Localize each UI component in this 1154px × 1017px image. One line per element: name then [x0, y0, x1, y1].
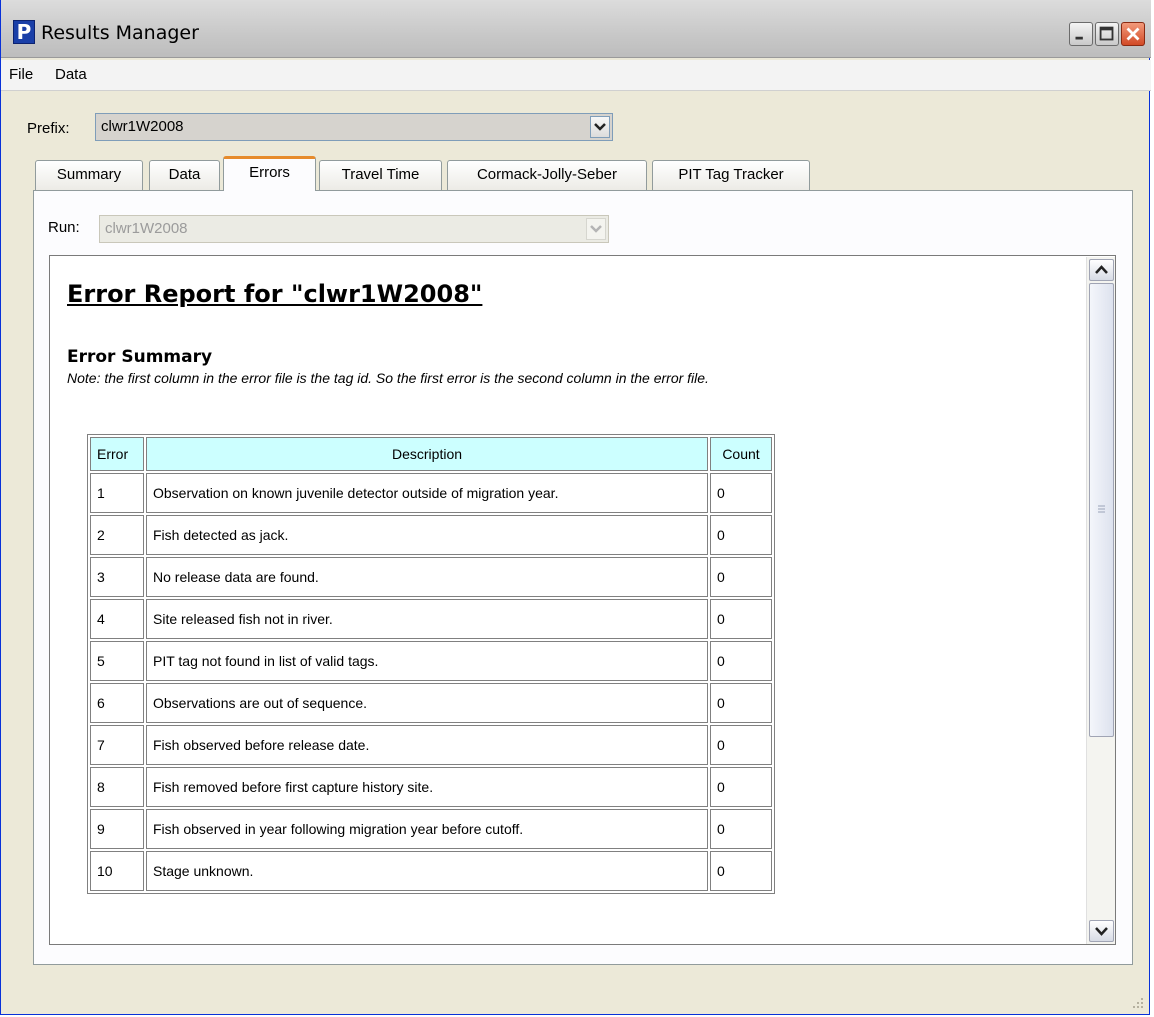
error-description: No release data are found. — [146, 557, 708, 597]
error-description: Fish observed in year following migratio… — [146, 809, 708, 849]
error-description: PIT tag not found in list of valid tags. — [146, 641, 708, 681]
grip-icon — [1098, 505, 1105, 513]
maximize-icon — [1099, 26, 1114, 41]
prefix-select-value: clwr1W2008 — [101, 118, 184, 135]
table-row: 4 Site released fish not in river. 0 — [90, 599, 772, 639]
app-icon: P — [13, 20, 35, 44]
table-row: 5 PIT tag not found in list of valid tag… — [90, 641, 772, 681]
scrollbar-thumb[interactable] — [1089, 283, 1114, 737]
error-description: Fish detected as jack. — [146, 515, 708, 555]
error-count: 0 — [710, 599, 772, 639]
table-row: 9 Fish observed in year following migrat… — [90, 809, 772, 849]
run-select-value: clwr1W2008 — [105, 220, 188, 237]
close-icon — [1126, 27, 1140, 41]
window-title: Results Manager — [41, 22, 199, 44]
error-description: Stage unknown. — [146, 851, 708, 891]
error-summary-note: Note: the first column in the error file… — [67, 370, 709, 386]
menu-data[interactable]: Data — [55, 66, 87, 83]
menu-bar: File Data — [1, 60, 1151, 91]
scroll-up-button[interactable] — [1089, 259, 1114, 281]
chevron-down-icon — [590, 225, 602, 233]
error-summary-heading: Error Summary — [67, 347, 213, 367]
table-row: 10 Stage unknown. 0 — [90, 851, 772, 891]
title-bar[interactable]: P Results Manager — [1, 0, 1151, 58]
tab-data[interactable]: Data — [149, 160, 220, 190]
error-number: 10 — [90, 851, 144, 891]
tab-errors[interactable]: Errors — [223, 156, 316, 191]
chevron-up-icon — [1095, 265, 1108, 274]
report-title: Error Report for "clwr1W2008" — [67, 280, 483, 308]
minimize-icon — [1075, 36, 1083, 40]
vertical-scrollbar[interactable] — [1086, 257, 1115, 944]
table-row: 1 Observation on known juvenile detector… — [90, 473, 772, 513]
error-count: 0 — [710, 767, 772, 807]
dropdown-button-disabled — [586, 218, 606, 240]
table-row: 2 Fish detected as jack. 0 — [90, 515, 772, 555]
menu-file[interactable]: File — [9, 66, 33, 83]
error-number: 5 — [90, 641, 144, 681]
error-count: 0 — [710, 473, 772, 513]
error-number: 1 — [90, 473, 144, 513]
tab-cormack-jolly-seber[interactable]: Cormack-Jolly-Seber — [447, 160, 647, 190]
error-count: 0 — [710, 809, 772, 849]
error-description: Observation on known juvenile detector o… — [146, 473, 708, 513]
error-count: 0 — [710, 683, 772, 723]
error-number: 6 — [90, 683, 144, 723]
error-number: 4 — [90, 599, 144, 639]
column-header-error: Error — [90, 437, 144, 471]
run-label: Run: — [48, 219, 80, 236]
tab-pit-tag-tracker[interactable]: PIT Tag Tracker — [652, 160, 810, 190]
error-number: 8 — [90, 767, 144, 807]
error-number: 7 — [90, 725, 144, 765]
column-header-count: Count — [710, 437, 772, 471]
scroll-down-button[interactable] — [1089, 920, 1114, 942]
error-number: 3 — [90, 557, 144, 597]
table-row: 8 Fish removed before first capture hist… — [90, 767, 772, 807]
prefix-select[interactable]: clwr1W2008 — [95, 113, 613, 141]
minimize-button[interactable] — [1069, 22, 1093, 46]
error-count: 0 — [710, 557, 772, 597]
dropdown-button[interactable] — [590, 116, 610, 138]
table-header-row: Error Description Count — [90, 437, 772, 471]
error-report-view[interactable]: Error Report for "clwr1W2008" Error Summ… — [49, 255, 1116, 945]
error-description: Site released fish not in river. — [146, 599, 708, 639]
error-table: Error Description Count 1 Observation on… — [87, 434, 775, 894]
error-number: 2 — [90, 515, 144, 555]
error-description: Fish observed before release date. — [146, 725, 708, 765]
maximize-button[interactable] — [1095, 22, 1119, 46]
error-count: 0 — [710, 725, 772, 765]
close-button[interactable] — [1121, 22, 1145, 46]
resize-grip-icon[interactable] — [1129, 994, 1145, 1010]
error-count: 0 — [710, 851, 772, 891]
prefix-label: Prefix: — [27, 120, 70, 137]
tab-summary[interactable]: Summary — [35, 160, 143, 190]
chevron-down-icon — [594, 123, 606, 131]
chevron-down-icon — [1095, 927, 1108, 936]
table-row: 6 Observations are out of sequence. 0 — [90, 683, 772, 723]
error-count: 0 — [710, 641, 772, 681]
error-count: 0 — [710, 515, 772, 555]
error-description: Fish removed before first capture histor… — [146, 767, 708, 807]
error-number: 9 — [90, 809, 144, 849]
error-description: Observations are out of sequence. — [146, 683, 708, 723]
tab-travel-time[interactable]: Travel Time — [319, 160, 442, 190]
results-manager-window: P Results Manager File Data Prefix: clwr… — [0, 0, 1151, 1015]
column-header-description: Description — [146, 437, 708, 471]
table-row: 3 No release data are found. 0 — [90, 557, 772, 597]
table-row: 7 Fish observed before release date. 0 — [90, 725, 772, 765]
run-select: clwr1W2008 — [99, 215, 609, 243]
